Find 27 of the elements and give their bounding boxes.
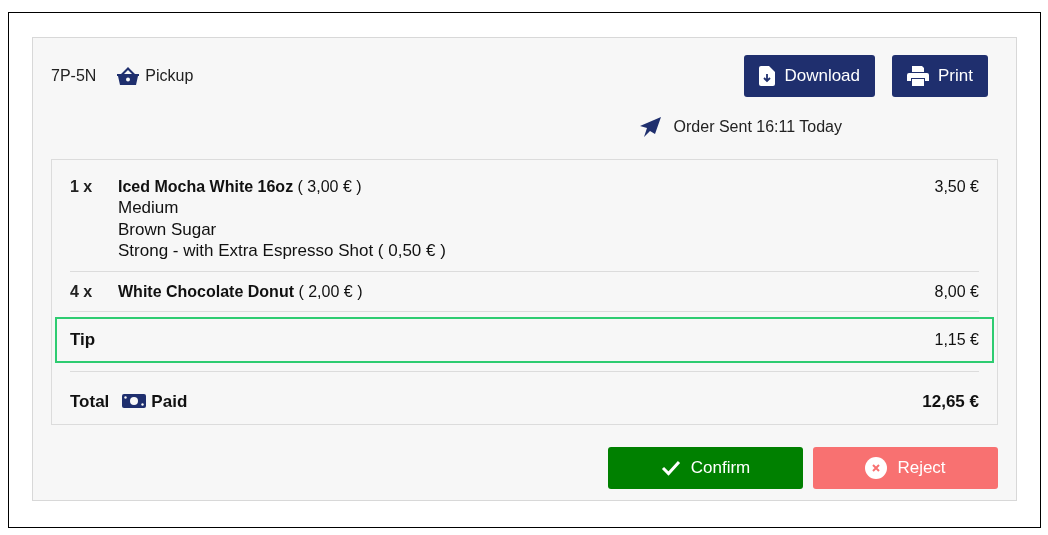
order-status: Order Sent 16:11 Today (673, 117, 842, 137)
banknote-icon (122, 392, 147, 411)
download-button[interactable]: Download (744, 55, 876, 97)
total-label: Total (70, 390, 110, 413)
paper-plane-icon (639, 117, 662, 137)
close-icon (865, 457, 888, 479)
payment-status: Paid (151, 390, 188, 413)
print-button[interactable]: Print (892, 55, 988, 97)
tip-label: Tip (70, 328, 96, 351)
printer-icon (907, 66, 930, 86)
item-quantity: 4 x (70, 281, 94, 302)
item-option: Strong - with Extra Espresso Shot ( 0,50 € ) (118, 240, 446, 262)
confirm-button[interactable]: Confirm (608, 447, 803, 489)
tip-amount: 1,15 € (934, 329, 979, 350)
item-price: 3,50 € (934, 177, 979, 197)
total-amount: 12,65 € (922, 390, 979, 413)
item-option: Medium (118, 197, 446, 219)
item-name: White Chocolate Donut ( 2,00 € ) (118, 281, 363, 302)
order-type: Pickup (145, 66, 194, 86)
item-option: Brown Sugar (118, 218, 446, 240)
item-quantity: 1 x (70, 177, 94, 197)
file-download-icon (759, 66, 776, 86)
item-price: 8,00 € (934, 281, 979, 302)
order-code: 7P-5N (51, 66, 97, 86)
item-name: Iced Mocha White 16oz ( 3,00 € ) (118, 177, 363, 197)
basket-icon (116, 66, 141, 86)
checkmark-icon (660, 460, 681, 476)
